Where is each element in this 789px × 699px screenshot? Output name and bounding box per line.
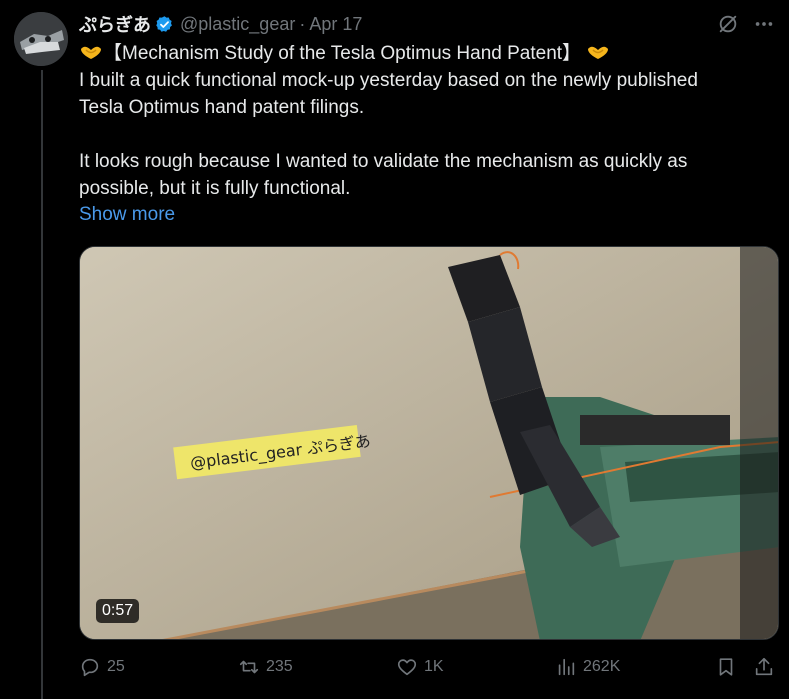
views-icon bbox=[558, 658, 575, 676]
video-thumbnail: @plastic_gear ぷらぎあ bbox=[80, 247, 778, 639]
share-button[interactable] bbox=[753, 656, 775, 678]
reply-button[interactable]: 25 bbox=[79, 656, 125, 678]
title-line: 【Mechanism Study of the Tesla Optimus Ha… bbox=[79, 40, 769, 67]
like-button[interactable]: 1K bbox=[396, 656, 444, 678]
repost-count: 235 bbox=[266, 658, 293, 675]
paragraph1-line1: I built a quick functional mock-up yeste… bbox=[79, 70, 698, 91]
paragraph2-line1: It looks rough because I wanted to valid… bbox=[79, 151, 688, 172]
reply-icon bbox=[81, 658, 99, 677]
heart-hands-emoji bbox=[81, 46, 101, 59]
bookmark-button[interactable] bbox=[715, 656, 737, 678]
repost-button[interactable]: 235 bbox=[238, 656, 293, 678]
tweet-header: ぷらぎあ @plastic_gear · Apr 17 bbox=[79, 12, 362, 36]
paragraph1-line2: Tesla Optimus hand patent filings. bbox=[79, 97, 365, 118]
display-name[interactable]: ぷらぎあ bbox=[79, 11, 151, 37]
share-icon bbox=[755, 657, 773, 676]
heart-hands-emoji bbox=[588, 46, 609, 59]
view-count: 262K bbox=[583, 658, 621, 675]
thread-line bbox=[41, 70, 43, 699]
title-text: 【Mechanism Study of the Tesla Optimus Ha… bbox=[103, 43, 582, 64]
tweet-text: 【Mechanism Study of the Tesla Optimus Ha… bbox=[79, 40, 769, 202]
show-more-link[interactable]: Show more bbox=[79, 201, 175, 228]
top-right-icons bbox=[717, 13, 775, 35]
views-button[interactable]: 262K bbox=[555, 656, 620, 678]
paragraph2-line2: possible, but it is fully functional. bbox=[79, 178, 351, 199]
video-player[interactable]: @plastic_gear ぷらぎあ 0:57 bbox=[79, 246, 779, 640]
avatar[interactable] bbox=[14, 12, 68, 66]
timestamp[interactable]: Apr 17 bbox=[309, 14, 362, 35]
avatar-image bbox=[14, 12, 68, 66]
user-handle[interactable]: @plastic_gear bbox=[180, 14, 295, 35]
reply-count: 25 bbox=[107, 658, 125, 675]
repost-icon bbox=[239, 660, 259, 674]
like-icon bbox=[397, 659, 417, 676]
video-duration-badge: 0:57 bbox=[96, 599, 140, 623]
grok-icon[interactable] bbox=[717, 13, 739, 35]
verified-badge-icon bbox=[156, 15, 172, 32]
action-bar: 25 235 1K 262K bbox=[79, 656, 779, 684]
separator-dot: · bbox=[299, 13, 306, 34]
like-count: 1K bbox=[424, 658, 444, 675]
more-icon[interactable] bbox=[753, 13, 775, 35]
bookmark-icon bbox=[719, 658, 733, 676]
